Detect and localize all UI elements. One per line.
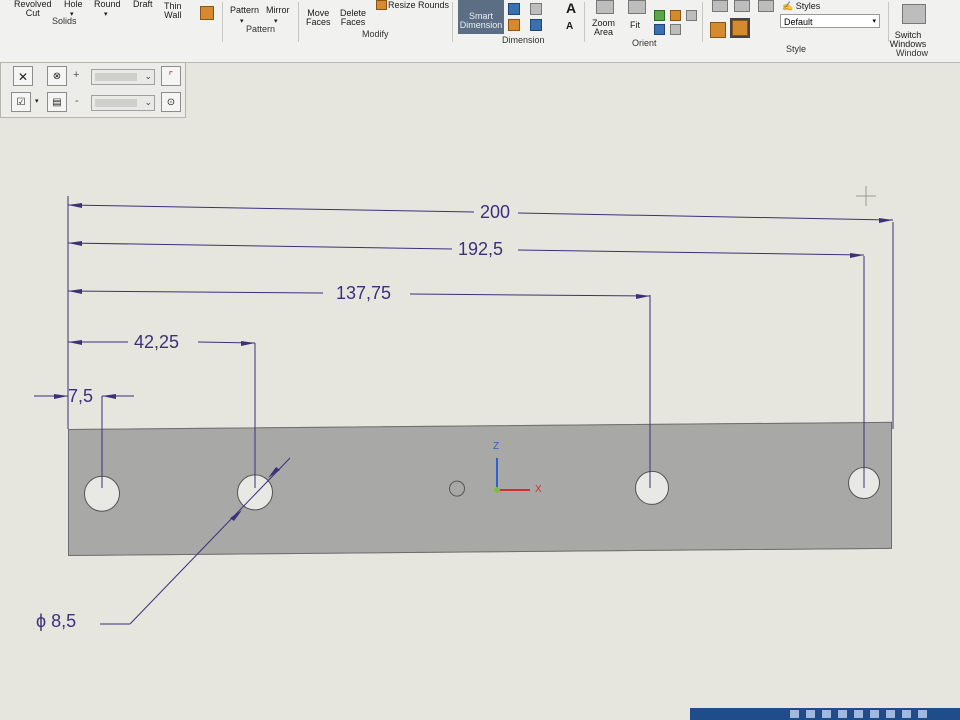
tray-icon[interactable] <box>902 710 911 718</box>
dimension-overall[interactable]: 200 <box>480 203 510 221</box>
dimension-hole1[interactable]: 7,5 <box>68 387 93 405</box>
tray-icon[interactable] <box>790 710 799 718</box>
diameter-value: 8,5 <box>51 611 77 631</box>
tray-icon[interactable] <box>822 710 831 718</box>
dimension-diameter[interactable]: ϕ 8,5 <box>36 612 76 630</box>
dimension-hole2[interactable]: 42,25 <box>134 333 179 351</box>
taskbar <box>690 708 960 720</box>
tray-icon[interactable] <box>838 710 847 718</box>
axis-z-label: Z <box>493 441 500 452</box>
tray-icon[interactable] <box>918 710 927 718</box>
diameter-icon: ϕ <box>36 611 47 631</box>
tray-icon[interactable] <box>806 710 815 718</box>
dimension-geometry <box>34 186 894 625</box>
dimension-hole4[interactable]: 192,5 <box>458 240 503 258</box>
axis-x-label: X <box>535 484 542 495</box>
tray-icon[interactable] <box>870 710 879 718</box>
tray-icon[interactable] <box>854 710 863 718</box>
tray-icon[interactable] <box>886 710 895 718</box>
dimension-hole3[interactable]: 137,75 <box>336 284 391 302</box>
